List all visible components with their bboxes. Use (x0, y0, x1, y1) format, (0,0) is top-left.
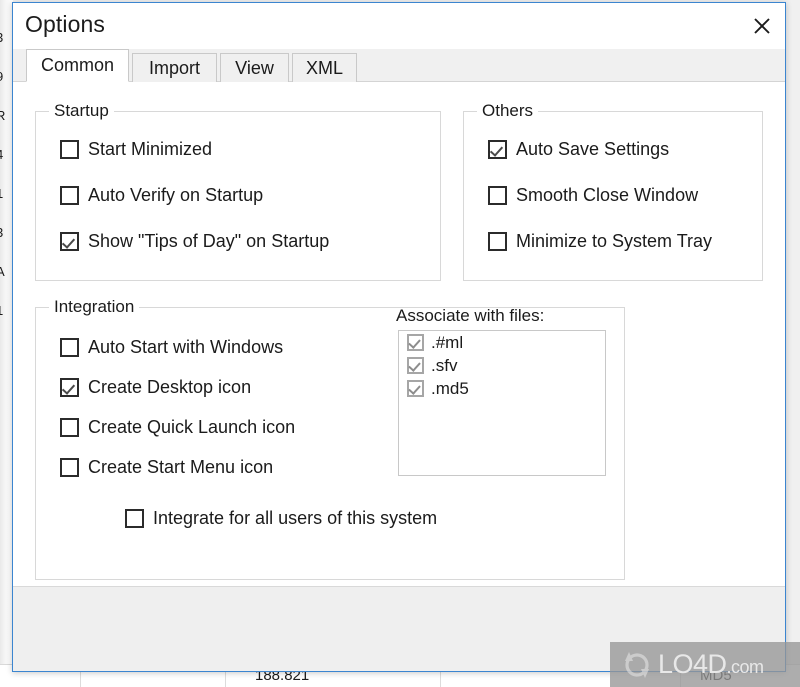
checkbox-smooth-close-window[interactable]: Smooth Close Window (488, 185, 698, 206)
checkbox-integrate-for-all-users-label: Integrate for all users of this system (153, 508, 438, 528)
tab-import[interactable]: Import (132, 53, 217, 82)
group-startup-legend: Startup (49, 101, 114, 121)
watermark: LO4D.com (610, 642, 800, 687)
watermark-brand: LO4D (658, 649, 727, 679)
checkbox-create-quick-launch-icon[interactable]: Create Quick Launch icon (60, 417, 295, 438)
checkbox-smooth-close-window-box[interactable] (488, 186, 507, 205)
list-item-ext-sfv-label: .sfv (431, 355, 458, 375)
tabpage-common: Startup Start Minimized Auto Verify on S… (13, 82, 785, 588)
checkbox-auto-save-settings[interactable]: Auto Save Settings (488, 139, 669, 160)
checkbox-auto-verify-on-startup-box[interactable] (60, 186, 79, 205)
checkbox-create-quick-launch-icon-box[interactable] (60, 418, 79, 437)
group-others-legend: Others (477, 101, 539, 121)
checkbox-create-desktop-icon-label: Create Desktop icon (88, 377, 252, 397)
tab-view[interactable]: View (220, 53, 289, 82)
list-item-ext-sfv-checkbox[interactable] (407, 357, 424, 374)
checkbox-auto-start-with-windows[interactable]: Auto Start with Windows (60, 337, 283, 358)
list-item-ext-md5-label: .md5 (431, 378, 469, 398)
associate-with-files-list[interactable]: .#ml .sfv .md5 (398, 330, 606, 476)
checkbox-create-start-menu-icon-label: Create Start Menu icon (88, 457, 274, 477)
associate-with-files-label: Associate with files: (396, 306, 545, 325)
checkbox-auto-verify-on-startup-label: Auto Verify on Startup (88, 185, 264, 205)
close-button[interactable] (739, 3, 785, 48)
group-others: Others Auto Save Settings Smooth Close W… (463, 101, 763, 281)
tab-view-label: View (235, 57, 274, 78)
tab-common-label: Common (40, 55, 115, 75)
checkbox-minimize-to-system-tray[interactable]: Minimize to System Tray (488, 231, 712, 252)
checkbox-create-desktop-icon[interactable]: Create Desktop icon (60, 377, 251, 398)
checkbox-minimize-to-system-tray-box[interactable] (488, 232, 507, 251)
group-startup: Startup Start Minimized Auto Verify on S… (35, 101, 441, 281)
watermark-text: LO4D.com (658, 649, 764, 680)
watermark-suffix: .com (726, 657, 765, 677)
tab-import-label: Import (148, 57, 200, 78)
checkbox-auto-verify-on-startup[interactable]: Auto Verify on Startup (60, 185, 263, 206)
checkbox-auto-start-with-windows-label: Auto Start with Windows (88, 337, 284, 357)
options-dialog: Options Common Import View XML Startup S… (12, 2, 786, 672)
checkbox-minimize-to-system-tray-label: Minimize to System Tray (516, 231, 713, 251)
dialog-titlebar[interactable]: Options (13, 3, 785, 49)
checkbox-integrate-for-all-users[interactable]: Integrate for all users of this system (125, 508, 437, 529)
checkbox-auto-save-settings-box[interactable] (488, 140, 507, 159)
checkbox-auto-start-with-windows-box[interactable] (60, 338, 79, 357)
group-integration-legend: Integration (49, 297, 140, 317)
list-item-ext-xml[interactable]: .#ml (399, 331, 605, 354)
checkbox-show-tips-of-day-label: Show "Tips of Day" on Startup (88, 231, 330, 251)
refresh-circle-icon (625, 651, 649, 678)
dialog-title: Options (25, 11, 105, 37)
checkbox-create-desktop-icon-box[interactable] (60, 378, 79, 397)
checkbox-start-minimized-box[interactable] (60, 140, 79, 159)
checkbox-create-start-menu-icon-box[interactable] (60, 458, 79, 477)
tabstrip: Common Import View XML (13, 49, 785, 82)
checkbox-smooth-close-window-label: Smooth Close Window (516, 185, 699, 205)
checkbox-auto-save-settings-label: Auto Save Settings (516, 139, 670, 159)
checkbox-start-minimized-label: Start Minimized (88, 139, 213, 159)
tab-common[interactable]: Common (26, 49, 129, 82)
checkbox-show-tips-of-day-box[interactable] (60, 232, 79, 251)
list-item-ext-md5[interactable]: .md5 (399, 377, 605, 400)
checkbox-show-tips-of-day[interactable]: Show "Tips of Day" on Startup (60, 231, 329, 252)
group-integration: Integration Auto Start with Windows Crea… (35, 297, 625, 580)
tab-xml[interactable]: XML (292, 53, 357, 82)
list-item-ext-xml-checkbox[interactable] (407, 334, 424, 351)
tab-xml-label: XML (305, 57, 343, 78)
checkbox-create-quick-launch-icon-label: Create Quick Launch icon (88, 417, 296, 437)
list-item-ext-md5-checkbox[interactable] (407, 380, 424, 397)
checkbox-start-minimized[interactable]: Start Minimized (60, 139, 212, 160)
checkbox-integrate-for-all-users-box[interactable] (125, 509, 144, 528)
screen: 3 9 R 4 1 3 A 1 188.821 MD5 Options Comm… (0, 0, 800, 687)
list-item-ext-sfv[interactable]: .sfv (399, 354, 605, 377)
close-icon (754, 17, 770, 34)
checkbox-create-start-menu-icon[interactable]: Create Start Menu icon (60, 457, 273, 478)
list-item-ext-xml-label: .#ml (431, 332, 464, 352)
